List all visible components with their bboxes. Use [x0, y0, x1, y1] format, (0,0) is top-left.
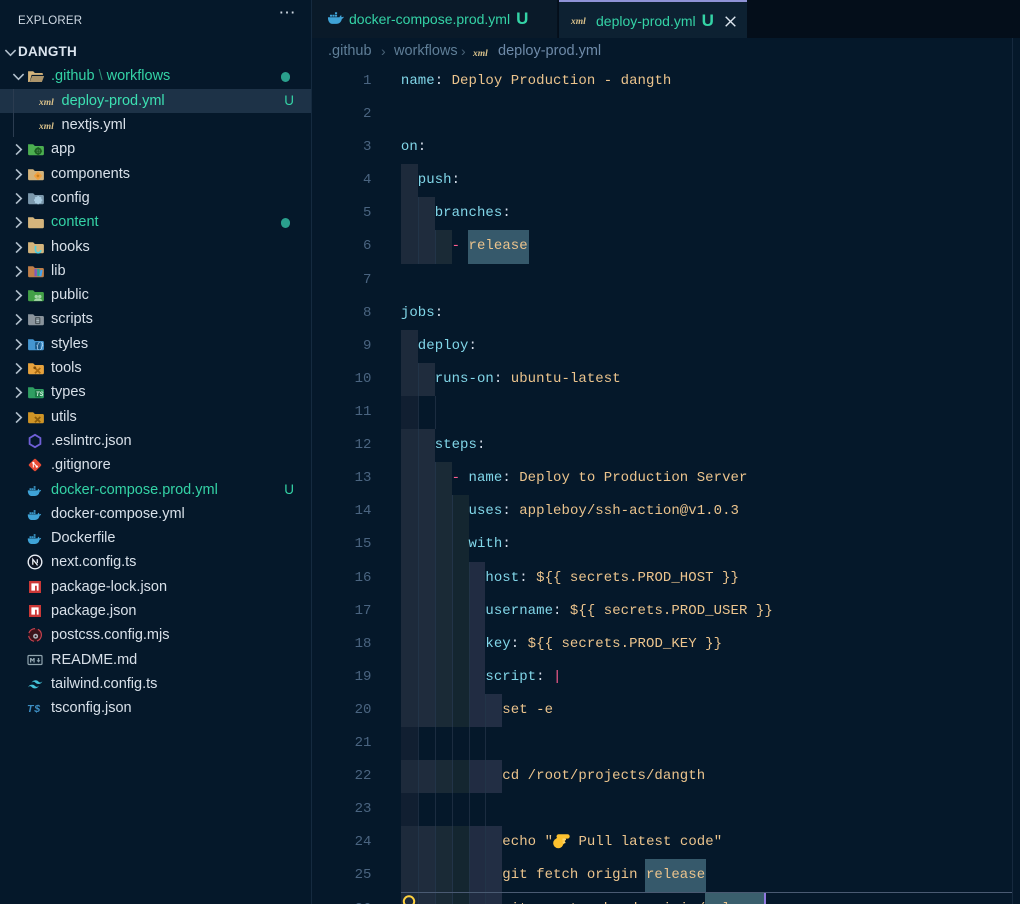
svg-text:xml: xml	[38, 122, 54, 132]
svg-text:$: $	[33, 703, 40, 715]
svg-text:xml: xml	[38, 98, 54, 108]
svg-text:TS: TS	[36, 392, 44, 398]
svg-text:{}: {}	[36, 343, 44, 351]
